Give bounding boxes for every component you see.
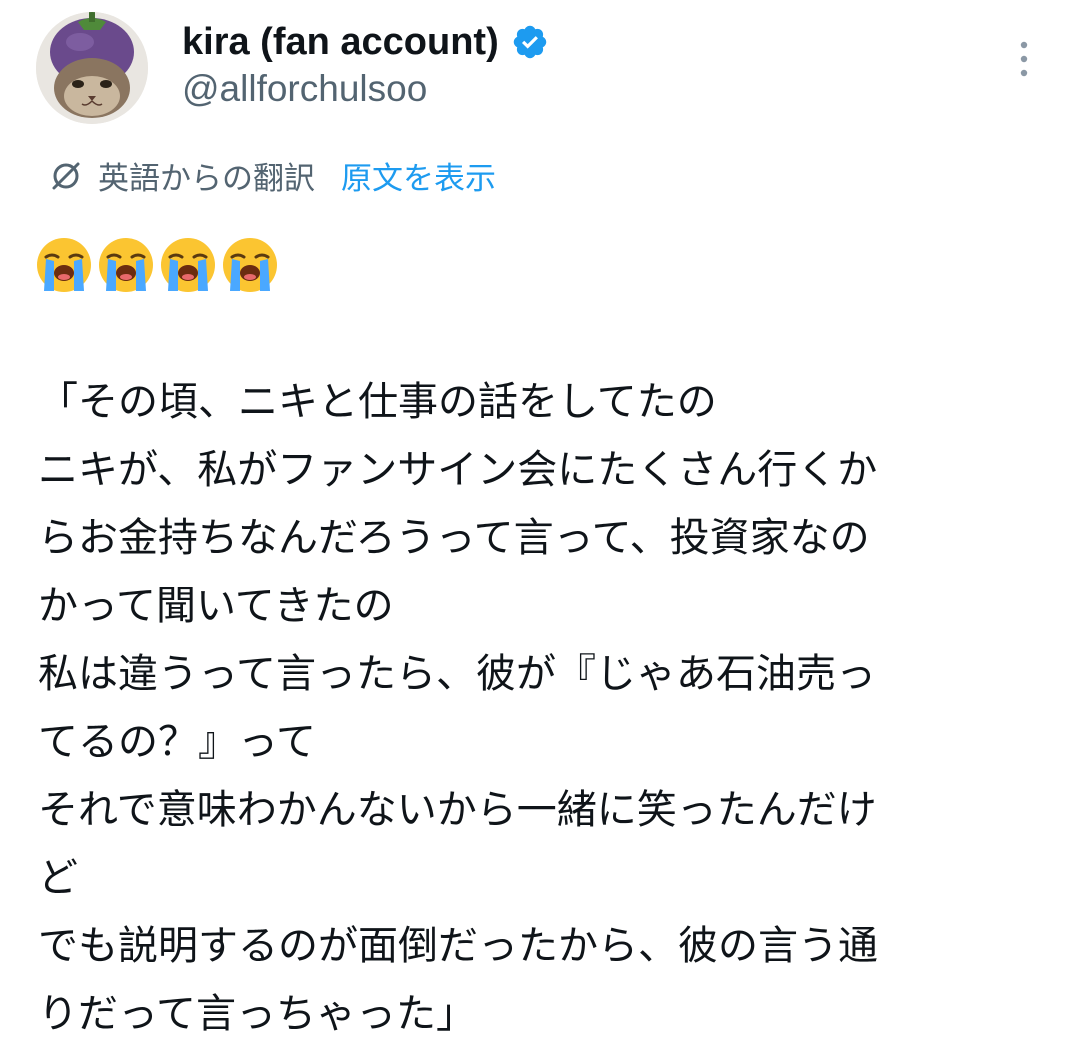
tweet-text-line: でも説明するのが面倒だったから、彼の言う通	[38, 923, 878, 969]
author-handle[interactable]: @allforchulsoo	[182, 68, 427, 110]
more-vertical-icon	[1020, 41, 1028, 77]
more-options-button[interactable]	[1002, 34, 1046, 84]
loudly-crying-face-emoji	[34, 235, 94, 295]
tweet-text-line: 私は違うって言ったら、彼が『じゃあ石油売っ	[38, 651, 876, 697]
tweet-text: 「その頃、ニキと仕事の話をしてたの ニキが、私がファンサイン会にたくさん行くか …	[38, 368, 1058, 1048]
translation-notice: 英語からの翻訳 原文を表示	[46, 152, 496, 198]
tweet-text-line: かって聞いてきたの	[38, 583, 394, 629]
loudly-crying-face-emoji	[96, 235, 156, 295]
tweet-text-line: ど	[38, 855, 78, 901]
translation-label: 英語からの翻訳	[98, 160, 315, 197]
translate-icon	[46, 155, 86, 195]
display-name-row: kira (fan account)	[182, 16, 549, 68]
tweet-text-line: 「その頃、ニキと仕事の話をしてたの	[38, 379, 717, 425]
loudly-crying-face-emoji	[220, 235, 280, 295]
avatar[interactable]	[36, 12, 148, 124]
tweet-text-line: りだって言っちゃった」	[38, 991, 476, 1037]
verified-badge-icon[interactable]	[511, 23, 549, 61]
tweet-header: kira (fan account) @allforchulsoo	[0, 0, 1080, 140]
emoji-row	[34, 232, 280, 298]
display-name[interactable]: kira (fan account)	[182, 21, 499, 64]
tweet-text-line: ニキが、私がファンサイン会にたくさん行くか	[38, 447, 878, 493]
avatar-image	[36, 12, 148, 124]
tweet-text-line: てるの？』って	[38, 719, 316, 765]
tweet-text-line: それで意味わかんないから一緒に笑ったんだけ	[38, 787, 877, 833]
tweet-text-line: らお金持ちなんだろうって言って、投資家なの	[38, 515, 870, 561]
loudly-crying-face-emoji	[158, 235, 218, 295]
show-original-link[interactable]: 原文を表示	[341, 153, 496, 198]
